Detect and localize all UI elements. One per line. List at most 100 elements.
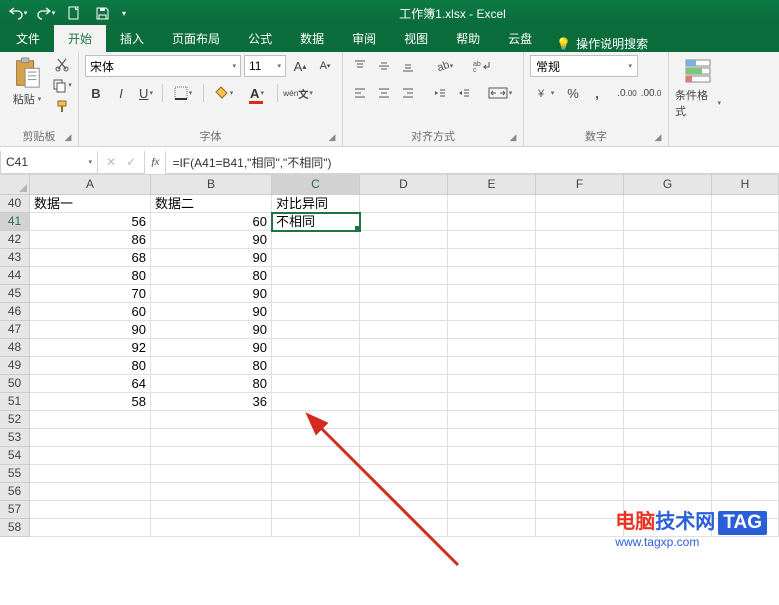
cell-F50[interactable]: [536, 375, 624, 393]
tab-home[interactable]: 开始: [54, 25, 106, 52]
cell-C45[interactable]: [272, 285, 360, 303]
cell-F56[interactable]: [536, 483, 624, 501]
row-header-56[interactable]: 56: [0, 483, 30, 501]
cell-G47[interactable]: [624, 321, 712, 339]
cell-F42[interactable]: [536, 231, 624, 249]
cell-G56[interactable]: [624, 483, 712, 501]
tab-cloud[interactable]: 云盘: [494, 25, 546, 52]
alignment-launcher[interactable]: ◢: [507, 132, 519, 144]
cell-A44[interactable]: 80: [30, 267, 151, 285]
tab-help[interactable]: 帮助: [442, 25, 494, 52]
cell-F57[interactable]: [536, 501, 624, 519]
percent-button[interactable]: %: [562, 82, 584, 104]
tab-review[interactable]: 审阅: [338, 25, 390, 52]
cell-F55[interactable]: [536, 465, 624, 483]
cell-A45[interactable]: 70: [30, 285, 151, 303]
cell-H48[interactable]: [712, 339, 779, 357]
cell-C41[interactable]: 不相同: [272, 213, 360, 231]
align-top-button[interactable]: [349, 55, 371, 77]
name-box[interactable]: C41▾: [0, 151, 98, 174]
align-left-button[interactable]: [349, 82, 371, 104]
cell-E50[interactable]: [448, 375, 536, 393]
cell-H44[interactable]: [712, 267, 779, 285]
row-header-50[interactable]: 50: [0, 375, 30, 393]
tell-me-search[interactable]: 💡 操作说明搜索: [546, 35, 658, 52]
cell-C51[interactable]: [272, 393, 360, 411]
tab-page-layout[interactable]: 页面布局: [158, 25, 234, 52]
cell-E41[interactable]: [448, 213, 536, 231]
cell-E42[interactable]: [448, 231, 536, 249]
cell-F47[interactable]: [536, 321, 624, 339]
row-header-48[interactable]: 48: [0, 339, 30, 357]
cell-G45[interactable]: [624, 285, 712, 303]
align-bottom-button[interactable]: [397, 55, 419, 77]
cell-C46[interactable]: [272, 303, 360, 321]
cell-F52[interactable]: [536, 411, 624, 429]
cell-B55[interactable]: [151, 465, 272, 483]
col-header-A[interactable]: A: [30, 175, 151, 195]
cell-G43[interactable]: [624, 249, 712, 267]
cell-E53[interactable]: [448, 429, 536, 447]
cell-D48[interactable]: [360, 339, 448, 357]
cell-C57[interactable]: [272, 501, 360, 519]
align-center-button[interactable]: [373, 82, 395, 104]
cell-D53[interactable]: [360, 429, 448, 447]
cell-H43[interactable]: [712, 249, 779, 267]
cell-F49[interactable]: [536, 357, 624, 375]
font-name-select[interactable]: 宋体▾: [85, 55, 241, 77]
cell-B48[interactable]: 90: [151, 339, 272, 357]
cell-H49[interactable]: [712, 357, 779, 375]
select-all-corner[interactable]: [0, 175, 30, 195]
cell-H40[interactable]: [712, 195, 779, 213]
cell-A41[interactable]: 56: [30, 213, 151, 231]
paste-button[interactable]: 粘贴▾: [6, 55, 48, 109]
cell-B51[interactable]: 36: [151, 393, 272, 411]
cell-G51[interactable]: [624, 393, 712, 411]
cell-G44[interactable]: [624, 267, 712, 285]
cell-C54[interactable]: [272, 447, 360, 465]
col-header-C[interactable]: C: [272, 175, 360, 195]
comma-button[interactable]: ,: [586, 82, 608, 104]
row-header-52[interactable]: 52: [0, 411, 30, 429]
cell-B43[interactable]: 90: [151, 249, 272, 267]
cell-F45[interactable]: [536, 285, 624, 303]
cell-F58[interactable]: [536, 519, 624, 537]
col-header-H[interactable]: H: [712, 175, 779, 195]
cell-C56[interactable]: [272, 483, 360, 501]
row-header-53[interactable]: 53: [0, 429, 30, 447]
cell-D46[interactable]: [360, 303, 448, 321]
row-header-54[interactable]: 54: [0, 447, 30, 465]
italic-button[interactable]: I: [110, 82, 132, 104]
align-middle-button[interactable]: [373, 55, 395, 77]
cell-D47[interactable]: [360, 321, 448, 339]
cell-G48[interactable]: [624, 339, 712, 357]
font-color-button[interactable]: A▾: [242, 82, 272, 104]
row-header-58[interactable]: 58: [0, 519, 30, 537]
tab-formulas[interactable]: 公式: [234, 25, 286, 52]
fill-color-button[interactable]: ▾: [209, 82, 239, 104]
row-header-40[interactable]: 40: [0, 195, 30, 213]
cell-H50[interactable]: [712, 375, 779, 393]
underline-button[interactable]: U▾: [135, 82, 157, 104]
cell-A57[interactable]: [30, 501, 151, 519]
cell-E49[interactable]: [448, 357, 536, 375]
col-header-G[interactable]: G: [624, 175, 712, 195]
cell-D54[interactable]: [360, 447, 448, 465]
cell-G46[interactable]: [624, 303, 712, 321]
tab-file[interactable]: 文件: [2, 25, 54, 52]
cell-H52[interactable]: [712, 411, 779, 429]
cell-C47[interactable]: [272, 321, 360, 339]
row-header-49[interactable]: 49: [0, 357, 30, 375]
cell-D42[interactable]: [360, 231, 448, 249]
undo-button[interactable]: ▾: [5, 2, 31, 24]
row-header-42[interactable]: 42: [0, 231, 30, 249]
cell-B41[interactable]: 60: [151, 213, 272, 231]
cell-G50[interactable]: [624, 375, 712, 393]
cell-A53[interactable]: [30, 429, 151, 447]
qat-customize[interactable]: ▾: [117, 2, 131, 24]
cell-C49[interactable]: [272, 357, 360, 375]
cell-A58[interactable]: [30, 519, 151, 537]
cell-G49[interactable]: [624, 357, 712, 375]
cell-F44[interactable]: [536, 267, 624, 285]
cell-B45[interactable]: 90: [151, 285, 272, 303]
